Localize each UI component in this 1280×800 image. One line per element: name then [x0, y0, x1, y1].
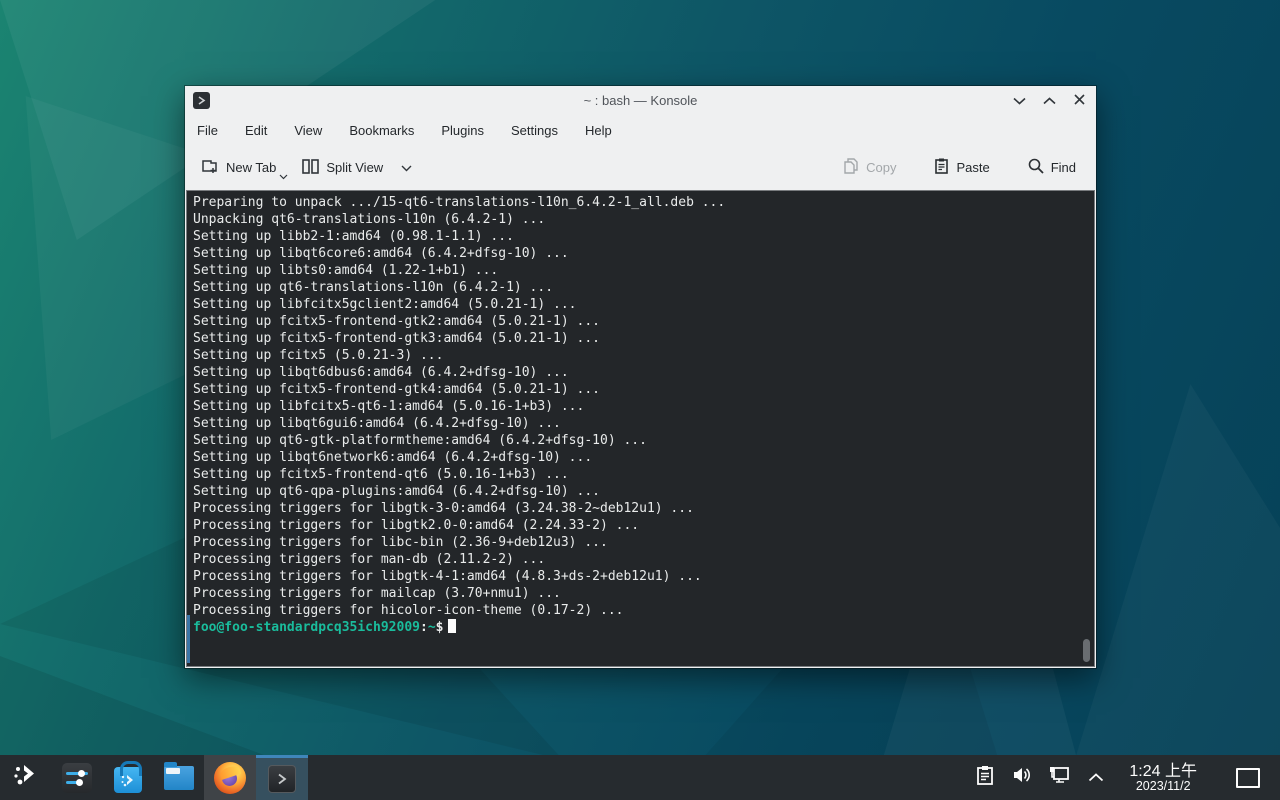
paste-button[interactable]: Paste	[928, 154, 995, 181]
taskbar: 1:24 上午 2023/11/2	[0, 755, 1280, 800]
wired-network-icon	[1048, 765, 1070, 790]
menu-item-help[interactable]: Help	[585, 123, 612, 138]
konsole-task-button[interactable]	[256, 755, 308, 800]
paste-label: Paste	[956, 160, 989, 175]
scrollbar-thumb[interactable]	[1083, 639, 1090, 662]
terminal-line: Setting up fcitx5-frontend-gtk3:amd64 (5…	[193, 330, 1088, 347]
terminal-line: Processing triggers for libc-bin (2.36-9…	[193, 534, 1088, 551]
menu-item-view[interactable]: View	[294, 123, 322, 138]
close-button[interactable]	[1070, 92, 1088, 110]
menu-item-settings[interactable]: Settings	[511, 123, 558, 138]
network-tray-button[interactable]	[1049, 768, 1069, 788]
folder-icon	[164, 766, 194, 790]
find-button[interactable]: Find	[1022, 154, 1082, 181]
terminal-line: Preparing to unpack .../15-qt6-translati…	[193, 194, 1088, 211]
menubar: File Edit View Bookmarks Plugins Settings Help	[185, 115, 1096, 145]
terminal-line: Setting up libqt6core6:amd64 (6.4.2+dfsg…	[193, 245, 1088, 262]
prompt-line: foo@foo-standardpcq35ich92009:~$	[187, 619, 1094, 636]
copy-label: Copy	[866, 160, 896, 175]
find-label: Find	[1051, 160, 1076, 175]
chevron-down-icon	[1013, 93, 1026, 108]
menu-item-bookmarks[interactable]: Bookmarks	[349, 123, 414, 138]
new-tab-icon	[201, 158, 219, 177]
terminal-line: Unpacking qt6-translations-l10n (6.4.2-1…	[193, 211, 1088, 228]
prompt-path: ~	[428, 620, 436, 635]
konsole-icon	[268, 765, 296, 793]
digital-clock[interactable]: 1:24 上午 2023/11/2	[1129, 763, 1197, 793]
terminal-line: Setting up fcitx5-frontend-gtk2:amd64 (5…	[193, 313, 1088, 330]
terminal-cursor	[448, 619, 456, 633]
system-tray: 1:24 上午 2023/11/2	[975, 763, 1280, 793]
close-icon	[1074, 93, 1085, 108]
discover-icon	[114, 767, 142, 793]
split-view-icon	[302, 159, 319, 177]
split-view-button[interactable]: Split View	[296, 155, 418, 181]
search-icon	[1028, 158, 1044, 177]
clipboard-tray-button[interactable]	[975, 768, 995, 788]
menu-item-edit[interactable]: Edit	[245, 123, 267, 138]
terminal-line: Setting up libts0:amd64 (1.22-1+b1) ...	[193, 262, 1088, 279]
kde-launcher-icon	[12, 761, 40, 794]
new-output-indicator	[187, 615, 190, 663]
firefox-icon	[214, 762, 246, 794]
tray-expander-button[interactable]	[1086, 768, 1106, 788]
minimize-button[interactable]	[1010, 92, 1028, 110]
clock-time: 1:24 上午	[1129, 763, 1197, 780]
paste-icon	[934, 158, 949, 177]
terminal-line: Processing triggers for hicolor-icon-the…	[193, 602, 1088, 619]
maximize-button[interactable]	[1040, 92, 1058, 110]
chevron-up-icon	[1043, 93, 1056, 108]
terminal-line: Setting up libqt6dbus6:amd64 (6.4.2+dfsg…	[193, 364, 1088, 381]
system-settings-icon	[62, 763, 92, 793]
menu-item-plugins[interactable]: Plugins	[441, 123, 484, 138]
terminal-line: Processing triggers for libgtk-4-1:amd64…	[193, 568, 1088, 585]
toolbar: New Tab Split View	[185, 145, 1096, 190]
firefox-task-button[interactable]	[204, 755, 256, 800]
discover-button[interactable]	[102, 755, 153, 800]
prompt-separator: :	[420, 620, 428, 635]
chevron-up-icon	[1088, 769, 1104, 787]
terminal-line: Processing triggers for mailcap (3.70+nm…	[193, 585, 1088, 602]
terminal-line: Setting up fcitx5 (5.0.21-3) ...	[193, 347, 1088, 364]
terminal-line: Setting up qt6-translations-l10n (6.4.2-…	[193, 279, 1088, 296]
copy-icon	[844, 158, 859, 177]
split-view-label: Split View	[326, 160, 383, 175]
clock-date: 2023/11/2	[1129, 780, 1197, 793]
app-launcher-button[interactable]	[0, 755, 51, 800]
menu-item-file[interactable]: File	[197, 123, 218, 138]
titlebar[interactable]: ~ : bash — Konsole	[185, 86, 1096, 115]
speaker-icon	[1012, 765, 1033, 790]
terminal-line: Setting up qt6-gtk-platformtheme:amd64 (…	[193, 432, 1088, 449]
file-manager-button[interactable]	[153, 755, 204, 800]
terminal-line: Setting up libfcitx5-qt6-1:amd64 (5.0.16…	[193, 398, 1088, 415]
terminal-line: Setting up libqt6network6:amd64 (6.4.2+d…	[193, 449, 1088, 466]
system-settings-button[interactable]	[51, 755, 102, 800]
terminal-line: Setting up libfcitx5gclient2:amd64 (5.0.…	[193, 296, 1088, 313]
terminal-line: Setting up qt6-qpa-plugins:amd64 (6.4.2+…	[193, 483, 1088, 500]
terminal-output: Preparing to unpack .../15-qt6-translati…	[187, 191, 1094, 619]
volume-tray-button[interactable]	[1012, 768, 1032, 788]
terminal-line: Processing triggers for libgtk-3-0:amd64…	[193, 500, 1088, 517]
chevron-down-icon	[401, 160, 412, 175]
terminal-line: Setting up libqt6gui6:amd64 (6.4.2+dfsg-…	[193, 415, 1088, 432]
terminal-line: Setting up fcitx5-frontend-qt6 (5.0.16-1…	[193, 466, 1088, 483]
window-title: ~ : bash — Konsole	[185, 93, 1096, 108]
copy-button[interactable]: Copy	[838, 154, 902, 181]
terminal-line: Setting up fcitx5-frontend-gtk4:amd64 (5…	[193, 381, 1088, 398]
prompt-symbol: $	[436, 620, 444, 635]
show-desktop-button[interactable]	[1236, 768, 1260, 788]
desktop: ~ : bash — Konsole	[0, 0, 1280, 800]
terminal-line: Setting up libb2-1:amd64 (0.98.1-1.1) ..…	[193, 228, 1088, 245]
terminal-line: Processing triggers for man-db (2.11.2-2…	[193, 551, 1088, 568]
new-tab-label: New Tab	[226, 160, 276, 175]
konsole-window: ~ : bash — Konsole	[185, 86, 1096, 668]
terminal-line: Processing triggers for libgtk2.0-0:amd6…	[193, 517, 1088, 534]
clipboard-icon	[976, 765, 994, 790]
chevron-down-icon	[279, 168, 288, 183]
prompt-user-host: foo@foo-standardpcq35ich92009	[193, 620, 420, 635]
new-tab-button[interactable]: New Tab	[195, 154, 282, 181]
terminal-view[interactable]: Preparing to unpack .../15-qt6-translati…	[186, 190, 1095, 667]
